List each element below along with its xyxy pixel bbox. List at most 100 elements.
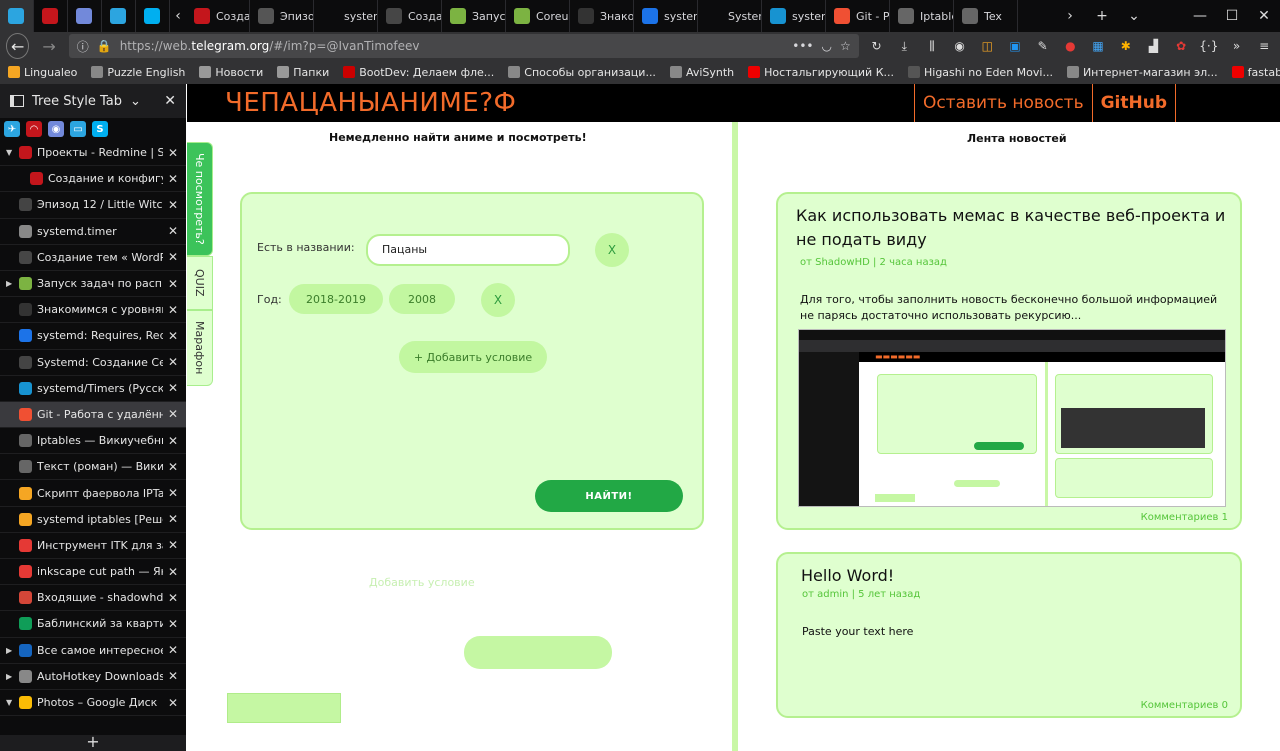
back-button[interactable]: ← [6, 33, 30, 59]
close-tab-icon[interactable]: ✕ [168, 250, 180, 264]
year-chip[interactable]: 2018-2019 [289, 284, 383, 314]
bookmark-item[interactable]: BootDev: Делаем фле... [343, 66, 494, 79]
news-title[interactable]: Hello Word! [801, 564, 894, 588]
close-tab-icon[interactable]: ✕ [168, 512, 180, 526]
ublock-icon[interactable]: ● [1061, 35, 1081, 57]
sidebar-tab-item[interactable]: systemd iptables [Решено] ✕ [0, 507, 186, 533]
code-extension-icon[interactable]: {·} [1199, 35, 1219, 57]
close-tab-icon[interactable]: ✕ [168, 329, 180, 343]
browser-tab[interactable]: Знако [570, 0, 634, 32]
close-tab-icon[interactable]: ✕ [168, 146, 180, 160]
bookmark-item[interactable]: Puzzle English [91, 66, 185, 79]
tab-list-menu-icon[interactable]: ⌄ [1118, 0, 1150, 32]
sidebar-tab-item[interactable]: systemd: Requires, Require ✕ [0, 323, 186, 350]
comments-link[interactable]: Комментариев 0 [1141, 700, 1228, 711]
close-tab-icon[interactable]: ✕ [168, 591, 180, 605]
sidebar-tab-item[interactable]: ▶ AutoHotkey Downloads (4) ✕ [0, 664, 186, 690]
new-tab-button[interactable]: + [1086, 0, 1118, 32]
close-tab-icon[interactable]: ✕ [168, 643, 180, 657]
browser-tab[interactable]: Systen [698, 0, 762, 32]
remove-name-filter-button[interactable]: X [595, 233, 629, 267]
close-tab-icon[interactable]: ✕ [168, 617, 180, 631]
browser-tab[interactable]: systemd.ti [314, 0, 378, 32]
sidebar-tab-item[interactable]: ▼ Проекты - Redmine | SHD ✕ [0, 140, 186, 167]
sidebar-tab-item[interactable]: ▶ Все самое интересное (1) ✕ [0, 638, 186, 664]
sidebar-tab-item[interactable]: Скрипт фаервола IPTables ✕ [0, 480, 186, 507]
hamburger-menu-icon[interactable]: ≡ [1254, 35, 1274, 57]
browser-tab[interactable]: systen [634, 0, 698, 32]
bookmark-item[interactable]: Способы организаци... [508, 66, 656, 79]
sidebar-tab-item[interactable]: Iptables — Викиучебник ✕ [0, 428, 186, 455]
sidebar-tab-item[interactable]: systemd.timer ✕ [0, 219, 186, 245]
add-news-link[interactable]: Оставить новость [913, 84, 1092, 122]
chevron-down-icon[interactable]: ⌄ [130, 94, 141, 109]
reload-icon[interactable]: ↻ [867, 35, 887, 57]
close-tab-icon[interactable]: ✕ [168, 303, 180, 317]
tab-scroll-right-icon[interactable]: › [1054, 0, 1086, 32]
close-icon[interactable]: ✕ [164, 93, 176, 109]
sidebar-title[interactable]: Tree Style Tab [32, 94, 122, 109]
close-tab-icon[interactable]: ✕ [168, 224, 180, 238]
github-link[interactable]: GitHub [1091, 84, 1176, 122]
url-bar[interactable]: ⓘ 🔒 https://web.telegram.org/#/im?p=@Iva… [68, 34, 859, 58]
twisty-icon[interactable]: ▶ [6, 672, 14, 681]
news-title[interactable]: Как использовать мемас в качестве веб-пр… [796, 204, 1226, 252]
sidebar-tab-item[interactable]: systemd/Timers (Русский) ✕ [0, 376, 186, 402]
find-button[interactable]: НАЙТИ! [535, 480, 683, 512]
puzzle-extension-icon[interactable]: ▟ [1144, 35, 1164, 57]
close-tab-icon[interactable]: ✕ [168, 565, 180, 579]
pocket-icon[interactable]: ◡ [821, 39, 831, 53]
sidebar-tab-item[interactable]: ▼ Photos – Google Диск ✕ [0, 690, 186, 717]
twisty-icon[interactable]: ▼ [6, 698, 14, 707]
sidebar-tab-item[interactable]: Создание тем « WordPress ✕ [0, 245, 186, 271]
redmine-icon[interactable]: ◠ [26, 121, 42, 137]
twisty-icon[interactable]: ▶ [6, 279, 14, 288]
site-logo[interactable]: ЧЕПАЦАНЫАНИМЕ?Ф [225, 88, 516, 118]
sidebar-tab-item[interactable]: Инструмент ITK для зачис ✕ [0, 533, 186, 559]
twisty-icon[interactable]: ▼ [6, 148, 14, 157]
sidebar-tab-item[interactable]: Эпизод 12 / Little Witch Ac ✕ [0, 192, 186, 219]
page-actions-icon[interactable]: ••• [792, 39, 813, 53]
close-tab-icon[interactable]: ✕ [168, 460, 180, 474]
sidebar-tab-item[interactable]: Текст (роман) — Википед ✕ [0, 454, 186, 481]
eye-icon[interactable]: ◉ [950, 35, 970, 57]
close-tab-icon[interactable]: ✕ [168, 277, 180, 291]
close-tab-icon[interactable]: ✕ [168, 434, 180, 448]
close-window-button[interactable]: ✕ [1248, 0, 1280, 32]
skype-icon[interactable]: S [92, 121, 108, 137]
browser-tab[interactable] [0, 0, 34, 32]
color-extension-icon[interactable]: ✱ [1116, 35, 1136, 57]
close-tab-icon[interactable]: ✕ [168, 198, 180, 212]
sidebar-tab-item[interactable]: ▶ Запуск задач по распи (1) ✕ [0, 271, 186, 298]
close-tab-icon[interactable]: ✕ [168, 381, 180, 395]
tab-marathon[interactable]: Марафон [187, 310, 213, 386]
bookmark-item[interactable]: Папки [277, 66, 329, 79]
extension-icon[interactable]: ◫ [977, 35, 997, 57]
minimize-button[interactable]: — [1184, 0, 1216, 32]
browser-tab[interactable]: systen [762, 0, 826, 32]
browser-tab[interactable]: Созда [186, 0, 250, 32]
sidebar-tab-item[interactable]: Знакомимся с уровнями ✕ [0, 297, 186, 324]
bookmark-item[interactable]: Новости [199, 66, 263, 79]
browser-tab[interactable]: Coreu [506, 0, 570, 32]
tab-watch[interactable]: Че посмотреть? [187, 142, 213, 256]
close-tab-icon[interactable]: ✕ [168, 538, 180, 552]
info-icon[interactable]: ⓘ [77, 38, 89, 55]
tab-scroll-left-icon[interactable]: ‹ [170, 0, 186, 32]
bookmark-item[interactable]: AviSynth [669, 66, 734, 79]
browser-tab[interactable]: Git - P [826, 0, 890, 32]
browser-tab[interactable]: Iptable [890, 0, 954, 32]
download-icon[interactable]: ⤓ [894, 35, 914, 57]
sidebar-tab-item[interactable]: inkscape cut path — Яндек ✕ [0, 559, 186, 586]
close-tab-icon[interactable]: ✕ [168, 669, 180, 683]
browser-tab[interactable]: Tex [954, 0, 1018, 32]
overflow-menu-icon[interactable]: » [1227, 35, 1247, 57]
grid-extension-icon[interactable]: ▦ [1088, 35, 1108, 57]
forward-button[interactable]: → [37, 33, 60, 59]
close-tab-icon[interactable]: ✕ [168, 355, 180, 369]
chat-icon[interactable]: ▭ [70, 121, 86, 137]
discord-icon[interactable]: ◉ [48, 121, 64, 137]
close-tab-icon[interactable]: ✕ [168, 172, 180, 186]
bookmark-star-icon[interactable]: ☆ [840, 39, 851, 53]
sidebar-tab-item[interactable]: Systemd: Создание Серви ✕ [0, 350, 186, 376]
